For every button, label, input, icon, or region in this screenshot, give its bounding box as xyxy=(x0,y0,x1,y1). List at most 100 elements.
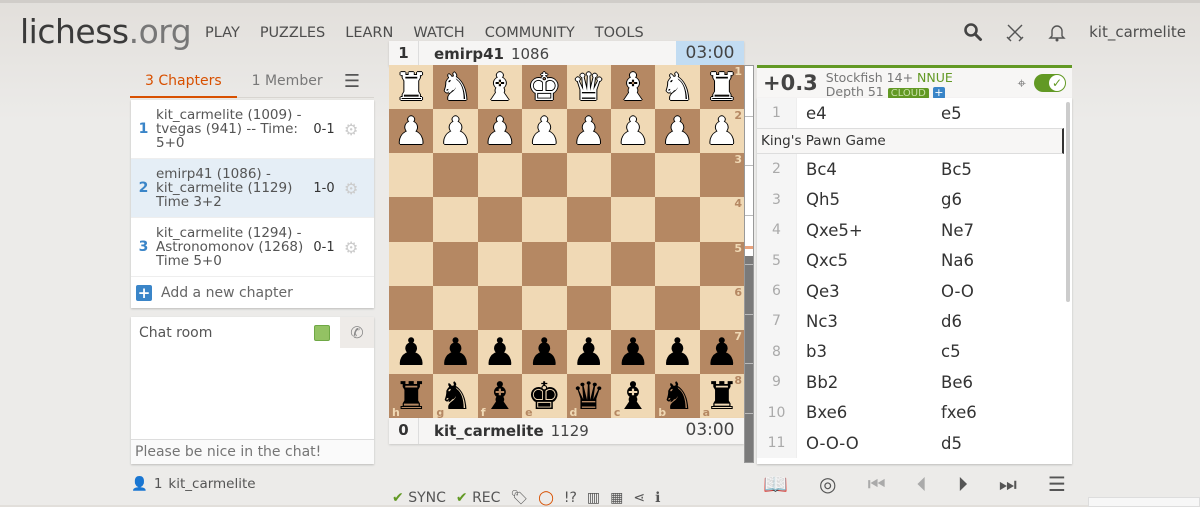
target-icon[interactable]: ⌖ xyxy=(1018,74,1026,92)
white-move[interactable]: e4 xyxy=(797,104,932,123)
black-move[interactable]: g6 xyxy=(932,190,1067,209)
square-d3[interactable] xyxy=(566,153,611,198)
square-a8[interactable]: ♜ 8 a xyxy=(699,373,744,418)
black-bishop-piece[interactable]: ♝ xyxy=(483,377,517,415)
square-e1[interactable]: ♚ xyxy=(522,65,567,110)
square-e4[interactable] xyxy=(522,197,567,242)
square-d6[interactable] xyxy=(566,285,611,330)
nav-community[interactable]: COMMUNITY xyxy=(485,25,575,41)
black-pawn-piece[interactable]: ♟ xyxy=(483,333,517,371)
prev-move-icon[interactable]: ⏴ xyxy=(917,472,927,496)
square-c8[interactable]: ♝ c xyxy=(610,373,656,418)
square-c5[interactable] xyxy=(610,241,656,286)
nav-puzzles[interactable]: PUZZLES xyxy=(260,25,325,41)
white-move[interactable]: Qxe5+ xyxy=(797,221,932,240)
depth-plus-icon[interactable]: + xyxy=(932,86,945,99)
engine-toggle[interactable]: ✓ xyxy=(1034,74,1066,92)
square-d8[interactable]: ♛ d xyxy=(566,373,611,418)
nav-watch[interactable]: WATCH xyxy=(413,25,464,41)
square-b6[interactable] xyxy=(655,285,700,330)
white-move[interactable]: Bb2 xyxy=(797,373,932,392)
square-d1[interactable]: ♛ xyxy=(566,65,611,110)
share-icon[interactable]: ⋖ xyxy=(633,490,645,506)
last-move-icon[interactable]: ⏭ xyxy=(999,472,1017,496)
square-f8[interactable]: ♝ f xyxy=(477,373,523,418)
white-knight-piece[interactable]: ♞ xyxy=(439,68,473,106)
white-pawn-piece[interactable]: ♟ xyxy=(483,112,517,150)
chat-input[interactable] xyxy=(131,439,374,464)
practice-target-icon[interactable]: ◎ xyxy=(819,472,836,496)
chat-toggle[interactable] xyxy=(314,324,330,341)
white-queen-piece[interactable]: ♛ xyxy=(572,68,606,106)
white-rook-piece[interactable]: ♜ xyxy=(394,68,428,106)
square-d7[interactable]: ♟ xyxy=(566,329,611,374)
square-b2[interactable]: ♟ xyxy=(655,109,700,154)
square-g2[interactable]: ♟ xyxy=(433,109,478,154)
square-b7[interactable]: ♟ xyxy=(655,329,700,374)
square-c3[interactable] xyxy=(610,153,656,198)
square-a1[interactable]: ♜ 1 xyxy=(699,65,744,110)
white-pawn-piece[interactable]: ♟ xyxy=(616,112,650,150)
square-b1[interactable]: ♞ xyxy=(655,65,700,110)
square-f4[interactable] xyxy=(477,197,523,242)
white-knight-piece[interactable]: ♞ xyxy=(660,68,694,106)
white-bishop-piece[interactable]: ♝ xyxy=(616,68,650,106)
white-move[interactable]: Bc4 xyxy=(797,160,932,179)
square-h6[interactable] xyxy=(389,285,434,330)
white-move[interactable]: Qe3 xyxy=(797,282,932,301)
grid-icon[interactable]: ▦ xyxy=(610,490,623,506)
white-move[interactable]: b3 xyxy=(797,342,932,361)
square-a2[interactable]: ♟ 2 xyxy=(699,109,744,154)
black-pawn-piece[interactable]: ♟ xyxy=(660,333,694,371)
sync-toggle[interactable]: ✔ SYNC xyxy=(392,490,446,506)
black-move[interactable]: d5 xyxy=(932,434,1067,453)
white-king-piece[interactable]: ♚ xyxy=(527,68,561,106)
black-move[interactable]: Bc5 xyxy=(932,160,1067,179)
square-g4[interactable] xyxy=(433,197,478,242)
black-move[interactable]: Be6 xyxy=(932,373,1067,392)
chapter-item[interactable]: 3 kit_carmelite (1294) - Astronomonov (1… xyxy=(131,218,374,277)
square-b5[interactable] xyxy=(655,241,700,286)
white-move[interactable]: Nc3 xyxy=(797,312,932,331)
white-pawn-piece[interactable]: ♟ xyxy=(660,112,694,150)
white-move[interactable]: Qxc5 xyxy=(797,251,932,270)
white-move[interactable]: Bxe6 xyxy=(797,403,932,422)
square-c4[interactable] xyxy=(610,197,656,242)
notification-bell-icon[interactable] xyxy=(1047,22,1067,42)
black-pawn-piece[interactable]: ♟ xyxy=(439,333,473,371)
menu-icon[interactable]: ☰ xyxy=(1048,472,1066,496)
move-list-scrollbar[interactable] xyxy=(1066,102,1070,302)
comment-icon[interactable]: ◯ xyxy=(538,490,554,506)
square-h5[interactable] xyxy=(389,241,434,286)
white-bishop-piece[interactable]: ♝ xyxy=(483,68,517,106)
info-icon[interactable]: ℹ xyxy=(655,490,660,506)
square-g6[interactable] xyxy=(433,285,478,330)
study-menu-icon[interactable]: ☰ xyxy=(344,71,360,92)
white-pawn-piece[interactable]: ♟ xyxy=(394,112,428,150)
white-pawn-piece[interactable]: ♟ xyxy=(572,112,606,150)
square-h1[interactable]: ♜ xyxy=(389,65,434,110)
square-b8[interactable]: ♞ b xyxy=(655,373,700,418)
black-pawn-piece[interactable]: ♟ xyxy=(616,333,650,371)
black-pawn-piece[interactable]: ♟ xyxy=(572,333,606,371)
square-g7[interactable]: ♟ xyxy=(433,329,478,374)
gear-icon[interactable]: ⚙ xyxy=(344,238,358,257)
black-bishop-piece[interactable]: ♝ xyxy=(616,377,650,415)
square-f2[interactable]: ♟ xyxy=(477,109,523,154)
player-name[interactable]: kit_carmelite xyxy=(434,422,544,440)
square-d2[interactable]: ♟ xyxy=(566,109,611,154)
square-h3[interactable] xyxy=(389,153,434,198)
member-name[interactable]: kit_carmelite xyxy=(168,476,255,492)
square-g8[interactable]: ♞ g xyxy=(433,373,478,418)
nav-tools[interactable]: TOOLS xyxy=(595,25,644,41)
rec-toggle[interactable]: ✔ REC xyxy=(456,490,501,506)
square-a3[interactable]: 3 xyxy=(699,153,744,198)
black-pawn-piece[interactable]: ♟ xyxy=(527,333,561,371)
tab-members[interactable]: 1 Member xyxy=(237,65,338,98)
nav-play[interactable]: PLAY xyxy=(205,25,240,41)
add-chapter-button[interactable]: + Add a new chapter xyxy=(131,277,374,308)
black-move[interactable]: Ne7 xyxy=(932,221,1067,240)
square-c2[interactable]: ♟ xyxy=(610,109,656,154)
square-h4[interactable] xyxy=(389,197,434,242)
square-b4[interactable] xyxy=(655,197,700,242)
